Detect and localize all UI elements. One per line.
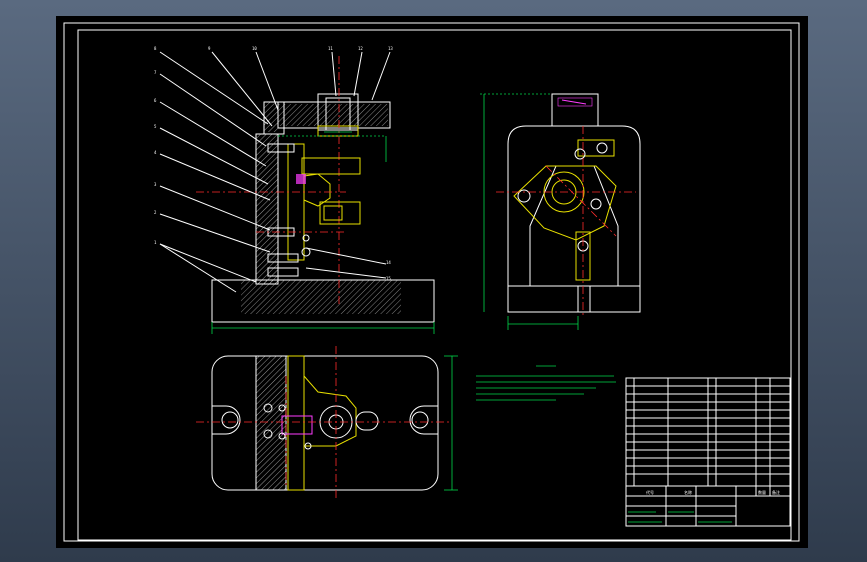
drawing-sheet: 8 9 10 7 6 5 4 3 2 1 11 12 13 14 15 代号 名称 数量… (56, 16, 808, 548)
side-view (480, 93, 641, 330)
svg-text:3: 3 (154, 182, 157, 187)
parts-list: 代号 名称 数量 备注 (625, 377, 791, 527)
title-block-note-label: 备注 (772, 489, 780, 495)
svg-text:12: 12 (358, 46, 363, 51)
svg-text:1: 1 (154, 240, 157, 245)
technical-notes (476, 365, 616, 401)
svg-text:14: 14 (386, 260, 391, 265)
front-section-view: 8 9 10 7 6 5 4 3 2 1 11 12 13 14 15 (154, 46, 435, 334)
svg-text:7: 7 (154, 70, 157, 75)
svg-text:15: 15 (386, 276, 391, 281)
svg-text:5: 5 (154, 124, 157, 129)
svg-text:4: 4 (154, 150, 157, 155)
outer-border (63, 22, 800, 542)
svg-text:13: 13 (388, 46, 393, 51)
drawing-canvas: 8 9 10 7 6 5 4 3 2 1 11 12 13 14 15 代号 名称 数量 … (63, 22, 800, 542)
svg-text:6: 6 (154, 98, 157, 103)
title-block-code-label: 代号 (646, 489, 654, 495)
title-block-qty-label: 数量 (758, 489, 766, 495)
svg-text:8: 8 (154, 46, 157, 51)
cad-viewport[interactable]: 8 9 10 7 6 5 4 3 2 1 11 12 13 14 15 代号 名称 数量… (0, 0, 867, 562)
top-view (196, 346, 458, 500)
svg-text:10: 10 (252, 46, 257, 51)
title-block-name-label: 名称 (684, 489, 692, 495)
svg-text:9: 9 (208, 46, 211, 51)
svg-text:11: 11 (328, 46, 333, 51)
svg-text:2: 2 (154, 210, 157, 215)
